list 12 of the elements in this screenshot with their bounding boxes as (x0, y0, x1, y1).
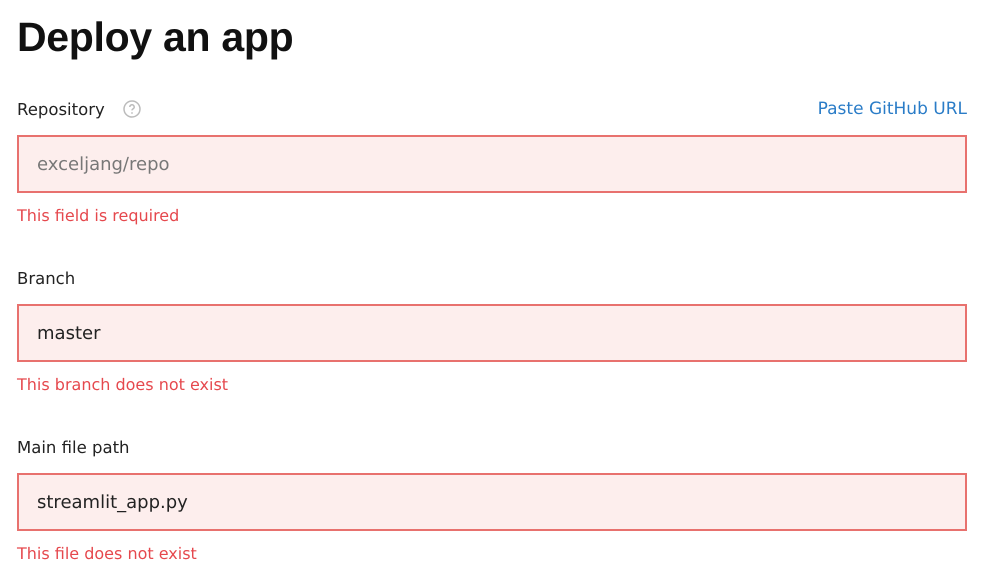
input-field[interactable]: master (17, 304, 967, 362)
error-message: This field is required (17, 206, 180, 225)
page-title: Deploy an app (17, 14, 294, 61)
input-field[interactable]: streamlit_app.py (17, 473, 967, 531)
paste-url-link[interactable]: Paste GitHub URL (818, 99, 967, 119)
field-label: Branch (17, 268, 76, 288)
input-field[interactable]: exceljang/repo (17, 135, 967, 193)
field-label: Repository (17, 100, 105, 118)
error-message: This file does not exist (17, 544, 198, 563)
field-label: Main file path (17, 438, 130, 456)
error-message: This branch does not exist (17, 375, 230, 394)
help-icon[interactable] (122, 100, 141, 118)
